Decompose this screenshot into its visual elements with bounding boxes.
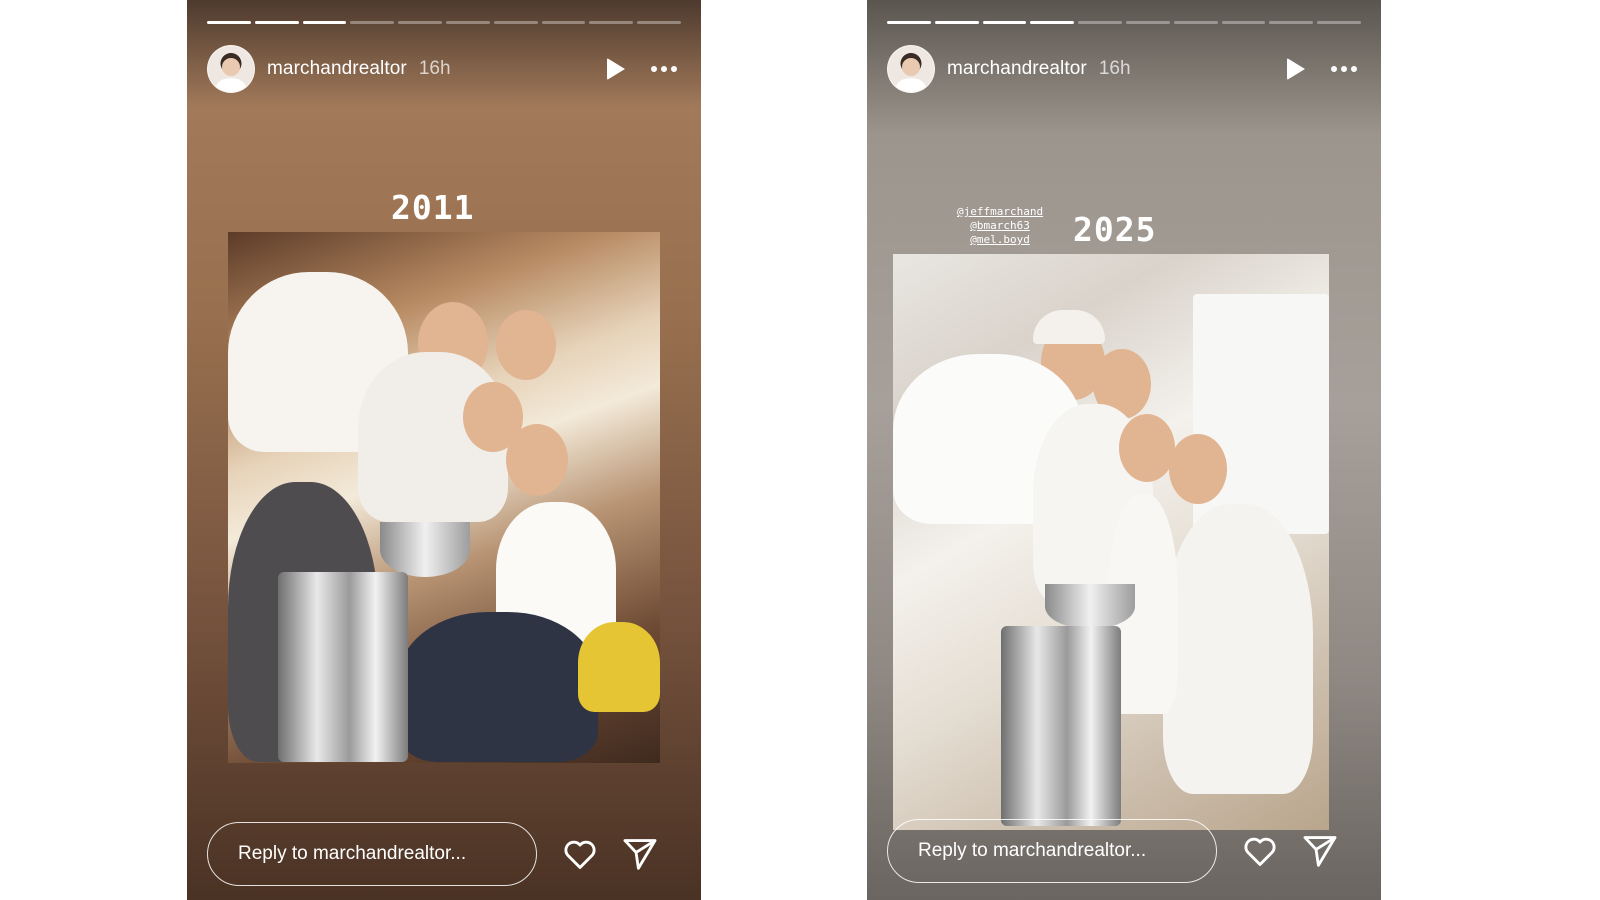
- mention-sticker[interactable]: @bmarch63: [970, 219, 1030, 233]
- story-progress-bar: [887, 21, 1361, 24]
- progress-segment: [445, 21, 490, 24]
- progress-segment: [1030, 21, 1075, 24]
- progress-segment: [207, 21, 251, 24]
- story-footer: Reply to marchandrealtor...: [887, 818, 1357, 884]
- send-icon[interactable]: [621, 835, 659, 873]
- story-photo-2011: [228, 232, 660, 763]
- story-footer: Reply to marchandrealtor...: [207, 821, 677, 887]
- progress-segment: [1125, 21, 1170, 24]
- mention-sticker[interactable]: @jeffmarchand: [957, 205, 1043, 219]
- progress-segment: [493, 21, 538, 24]
- progress-segment: [887, 21, 931, 24]
- username[interactable]: marchandrealtor: [947, 58, 1087, 80]
- progress-segment: [350, 21, 395, 24]
- progress-segment: [637, 21, 681, 24]
- story-photo-2025: [893, 254, 1329, 830]
- story-progress-bar: [207, 21, 681, 24]
- progress-segment: [254, 21, 299, 24]
- progress-segment: [541, 21, 586, 24]
- post-time: 16h: [418, 58, 451, 79]
- year-label: 2025: [1073, 210, 1157, 249]
- progress-segment: [1221, 21, 1266, 24]
- play-icon[interactable]: [607, 58, 625, 80]
- avatar[interactable]: [207, 45, 255, 93]
- username[interactable]: marchandrealtor: [267, 58, 407, 80]
- play-icon[interactable]: [1287, 58, 1305, 80]
- mention-stickers: @jeffmarchand @bmarch63 @mel.boyd: [957, 205, 1043, 247]
- progress-segment: [1269, 21, 1314, 24]
- story-panel-2011[interactable]: marchandrealtor 16h 2011 Reply to marcha…: [187, 0, 701, 900]
- progress-segment: [398, 21, 442, 24]
- progress-segment: [1173, 21, 1218, 24]
- more-options-icon[interactable]: [651, 66, 677, 72]
- progress-segment: [302, 21, 347, 24]
- progress-segment: [1078, 21, 1122, 24]
- story-header: marchandrealtor 16h: [207, 44, 677, 94]
- more-options-icon[interactable]: [1331, 66, 1357, 72]
- mention-sticker[interactable]: @mel.boyd: [970, 233, 1030, 247]
- progress-segment: [589, 21, 634, 24]
- post-time: 16h: [1098, 58, 1131, 79]
- story-panel-2025[interactable]: marchandrealtor 16h @jeffmarchand @bmarc…: [867, 0, 1381, 900]
- heart-icon[interactable]: [1241, 832, 1279, 870]
- year-label: 2011: [391, 188, 475, 227]
- send-icon[interactable]: [1301, 832, 1339, 870]
- story-header: marchandrealtor 16h: [887, 44, 1357, 94]
- progress-segment: [982, 21, 1027, 24]
- reply-input[interactable]: Reply to marchandrealtor...: [887, 819, 1217, 883]
- heart-icon[interactable]: [561, 835, 599, 873]
- reply-input[interactable]: Reply to marchandrealtor...: [207, 822, 537, 886]
- avatar[interactable]: [887, 45, 935, 93]
- progress-segment: [934, 21, 979, 24]
- progress-segment: [1317, 21, 1361, 24]
